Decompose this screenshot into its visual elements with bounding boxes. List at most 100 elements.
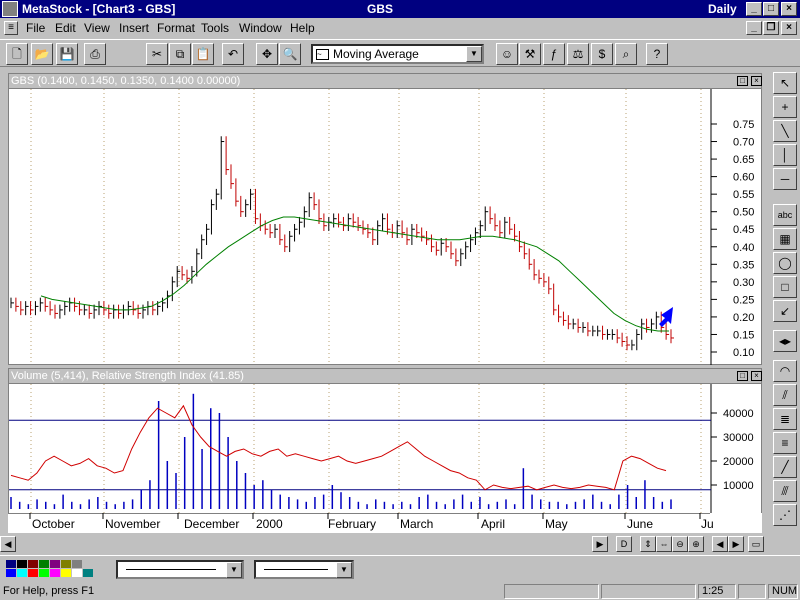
color-palette[interactable] — [4, 558, 104, 580]
menu-window[interactable]: Window — [239, 21, 282, 35]
grid-icon[interactable]: ▦ — [773, 228, 797, 250]
volume-chart[interactable]: 40000 30000 20000 10000 — [9, 384, 761, 528]
zoom-icon[interactable]: 🔍 — [279, 43, 301, 65]
x-tick-label: November — [105, 517, 160, 531]
zoom-horiz-icon[interactable]: ⇔ — [656, 536, 672, 552]
pane-close-icon[interactable]: × — [751, 371, 762, 381]
child-minimize-icon[interactable]: _ — [746, 21, 762, 35]
scroll-left-icon[interactable]: ◀ — [0, 536, 16, 552]
indicator-select[interactable]: ~ Moving Average ▼ — [311, 44, 484, 64]
pane-close-icon[interactable]: × — [751, 76, 762, 86]
prev-icon[interactable]: ◀ — [712, 536, 728, 552]
y-tick-label: 0.25 — [733, 294, 754, 306]
close-icon[interactable]: × — [781, 2, 797, 16]
horizontal-scrollbar[interactable]: ◀ ▶ D ⇕ ⇔ ⊖ ⊕ ◀ ▶ ▭ — [0, 536, 770, 552]
status-num: NUM — [768, 584, 798, 599]
document-menu-icon[interactable]: ≡ — [4, 21, 18, 35]
binoculars-icon[interactable]: ⌕ — [615, 43, 637, 65]
price-chart[interactable]: 0.75 0.70 0.65 0.60 0.55 0.50 0.45 0.40 0.35 0.30… — [9, 89, 761, 365]
menu-insert[interactable]: Insert — [119, 21, 149, 35]
window-title-center: GBS — [367, 2, 394, 16]
arrow-tool-icon[interactable]: ↙ — [773, 300, 797, 322]
menu-file[interactable]: File — [26, 21, 45, 35]
maximize-icon[interactable]: □ — [763, 2, 779, 16]
y-tick-label: 30000 — [723, 432, 754, 444]
y-tick-label: 0.70 — [733, 137, 754, 149]
toolbar: 🗋 📂 💾 ⎙ ✂ ⧉ 📋 ↶ ✥ 🔍 ~ Moving Average ▼ ☺… — [0, 39, 800, 67]
x-tick-label: April — [481, 517, 505, 531]
explorer-icon[interactable]: ⚒ — [519, 43, 541, 65]
child-restore-icon[interactable]: ❐ — [763, 21, 779, 35]
periodicity-icon[interactable]: D — [616, 536, 632, 552]
open-icon[interactable]: 📂 — [31, 43, 53, 65]
menu-edit[interactable]: Edit — [55, 21, 76, 35]
menu-bar: ≡ File Edit View Insert Format Tools Win… — [0, 18, 800, 38]
title-bar: MetaStock - [Chart3 - GBS] GBS Daily _ □… — [0, 0, 800, 18]
menu-help[interactable]: Help — [290, 21, 315, 35]
app-icon[interactable] — [2, 1, 18, 17]
zoom-in-icon[interactable]: ⊕ — [688, 536, 704, 552]
volume-pane[interactable]: Volume (5,414), Relative Strength Index … — [8, 368, 762, 528]
crosshair-tool-icon[interactable]: + — [773, 96, 797, 118]
menu-view[interactable]: View — [84, 21, 110, 35]
regression-icon[interactable]: ╱ — [773, 456, 797, 478]
fibonacci-icon[interactable]: ≣ — [773, 408, 797, 430]
line-style-select[interactable]: ▼ — [116, 560, 244, 579]
function-icon[interactable]: ƒ — [543, 43, 565, 65]
dollar-icon[interactable]: $ — [591, 43, 613, 65]
x-axis: October November December 2000 February March… — [8, 513, 762, 533]
context-help-icon[interactable]: ? — [646, 43, 668, 65]
copy-icon[interactable]: ⧉ — [169, 43, 191, 65]
trendline-icon[interactable]: ╲ — [773, 120, 797, 142]
chevron-down-icon[interactable]: ▼ — [336, 562, 352, 578]
chevron-down-icon[interactable]: ▼ — [466, 46, 482, 62]
paste-icon[interactable]: 📋 — [192, 43, 214, 65]
style-toolbar: ▼ ▼ — [0, 555, 800, 581]
window-icon[interactable]: ▭ — [748, 536, 764, 552]
minimize-icon[interactable]: _ — [746, 2, 762, 16]
y-tick-label: 20000 — [723, 456, 754, 468]
y-tick-label: 0.35 — [733, 259, 754, 271]
window-title: MetaStock - [Chart3 - GBS] — [22, 2, 176, 16]
moving-average-line — [40, 216, 669, 332]
retracement-icon[interactable]: ≡ — [773, 432, 797, 454]
save-icon[interactable]: 💾 — [56, 43, 78, 65]
status-bar: For Help, press F1 1:25 NUM — [0, 583, 800, 600]
arc-icon[interactable]: ◠ — [773, 360, 797, 382]
undo-icon[interactable]: ↶ — [222, 43, 244, 65]
next-icon[interactable]: ▶ — [728, 536, 744, 552]
rectangle-icon[interactable]: □ — [773, 276, 797, 298]
scroll-right-icon[interactable]: ▶ — [592, 536, 608, 552]
horizontal-line-icon[interactable]: ─ — [773, 168, 797, 190]
print-icon[interactable]: ⎙ — [84, 43, 106, 65]
expert-icon[interactable]: ☺ — [496, 43, 518, 65]
new-icon[interactable]: 🗋 — [6, 43, 28, 65]
fan-icon[interactable]: ⫽ — [773, 384, 797, 406]
zoom-vert-icon[interactable]: ⇕ — [640, 536, 656, 552]
pointer-icon[interactable]: ↖ — [773, 72, 797, 94]
cycle-icon[interactable]: ◂▸ — [773, 330, 797, 352]
indicator-select-value: Moving Average — [333, 47, 419, 61]
vertical-line-icon[interactable]: │ — [773, 144, 797, 166]
channel-icon[interactable]: ⫻ — [773, 480, 797, 502]
pane-maximize-icon[interactable]: □ — [737, 371, 748, 381]
ellipse-icon[interactable]: ◯ — [773, 252, 797, 274]
system-tester-icon[interactable]: ⚖ — [567, 43, 589, 65]
crosshair-icon[interactable]: ✥ — [256, 43, 278, 65]
y-tick-label: 40000 — [723, 408, 754, 420]
zoom-out-icon[interactable]: ⊖ — [672, 536, 688, 552]
x-tick-label: March — [400, 517, 433, 531]
chevron-down-icon[interactable]: ▼ — [226, 562, 242, 578]
cut-icon[interactable]: ✂ — [146, 43, 168, 65]
period-label: Daily — [708, 2, 737, 16]
x-tick-label: December — [184, 517, 239, 531]
y-tick-label: 0.60 — [733, 172, 754, 184]
speed-line-icon[interactable]: ⋰ — [773, 504, 797, 526]
child-close-icon[interactable]: × — [781, 21, 797, 35]
pane-maximize-icon[interactable]: □ — [737, 76, 748, 86]
menu-tools[interactable]: Tools — [201, 21, 229, 35]
menu-format[interactable]: Format — [157, 21, 195, 35]
price-pane[interactable]: GBS (0.1400, 0.1450, 0.1350, 0.1400 0.00… — [8, 73, 762, 365]
line-width-select[interactable]: ▼ — [254, 560, 354, 579]
text-tool-icon[interactable]: abc — [773, 204, 797, 226]
